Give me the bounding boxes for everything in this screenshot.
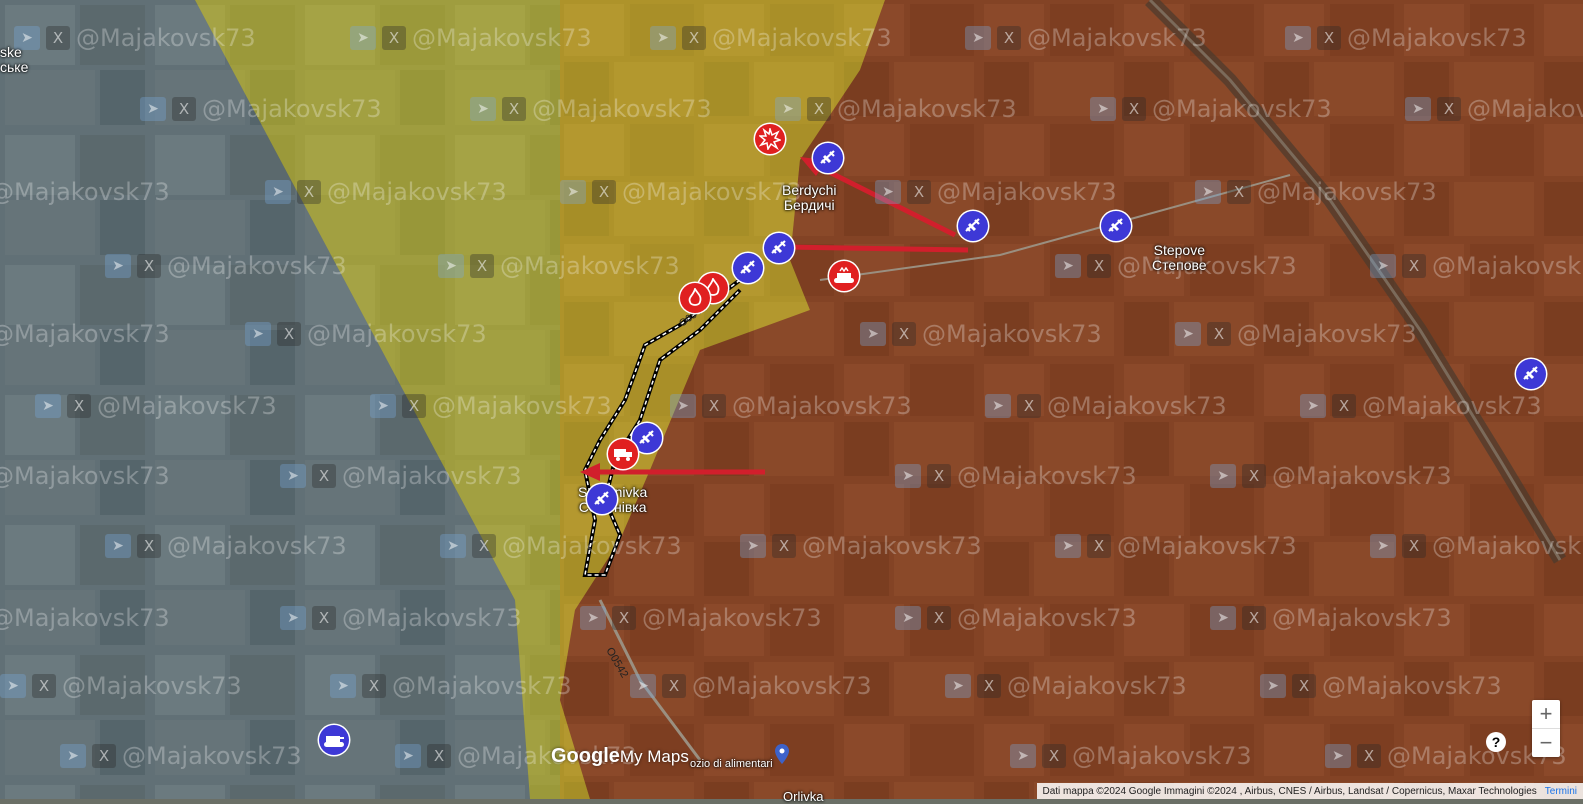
aviation-marker[interactable] — [1101, 211, 1131, 241]
watermark: ➤X@Majakovsk73 — [245, 320, 487, 348]
watermark: ➤X@Majakovsk73 — [860, 320, 1102, 348]
watermark: ➤X@Majakovsk73 — [370, 392, 612, 420]
watermark: ➤X@Majakovsk73 — [60, 742, 302, 770]
watermark: ➤X@Majakovsk73 — [985, 392, 1227, 420]
watermark: ➤X@Majakovsk73 — [1405, 95, 1583, 123]
watermark: ➤X@Majakovsk73 — [140, 95, 382, 123]
watermark: ➤X@Majakovsk73 — [775, 95, 1017, 123]
watermark: @Majakovsk73 — [0, 604, 170, 632]
jet-icon — [818, 148, 838, 168]
help-button[interactable]: ? — [1486, 732, 1506, 752]
watermark: ➤X@Majakovsk73 — [650, 24, 892, 52]
watermark: ➤X@Majakovsk73 — [265, 178, 507, 206]
watermark: ➤X@Majakovsk73 — [740, 532, 982, 560]
aviation-marker[interactable] — [1516, 359, 1546, 389]
google-mymaps-logo: GoogleMy Maps — [551, 745, 689, 768]
watermark: ➤X@Majakovsk73 — [470, 95, 712, 123]
jet-icon — [769, 238, 789, 258]
watermark: ➤X@Majakovsk73 — [895, 462, 1137, 490]
watermark: ➤X@Majakovsk73 — [670, 392, 912, 420]
watermark: ➤X@Majakovsk73 — [350, 24, 592, 52]
watermark: ➤X@Majakovsk73 — [1055, 532, 1297, 560]
vehicle-marker[interactable] — [608, 439, 638, 469]
watermark: ➤X@Majakovsk73 — [35, 392, 277, 420]
watermark: ➤X@Majakovsk73 — [0, 672, 242, 700]
truck-icon — [612, 446, 634, 462]
poi-pin-icon[interactable] — [775, 744, 789, 764]
jet-icon — [963, 216, 983, 236]
map-attribution: Dati mappa ©2024 Google Immagini ©2024 ,… — [1037, 783, 1583, 799]
explosion-icon — [759, 128, 781, 150]
watermark: ➤X@Majakovsk73 — [1285, 24, 1527, 52]
jet-icon — [738, 258, 758, 278]
tank-icon — [833, 267, 855, 285]
place-label-orlivka[interactable]: Orlivka — [783, 789, 823, 804]
tank-icon — [323, 731, 345, 749]
watermark: ➤X@Majakovsk73 — [1175, 320, 1417, 348]
armor-marker[interactable] — [319, 725, 349, 755]
aviation-marker[interactable] — [764, 233, 794, 263]
attribution-text: Dati mappa ©2024 Google Immagini ©2024 ,… — [1043, 786, 1537, 797]
place-label-stepove[interactable]: StepoveСтепове — [1152, 243, 1207, 273]
jet-icon — [1521, 364, 1541, 384]
watermark: ➤X@Majakovsk73 — [875, 178, 1117, 206]
terms-link[interactable]: Termini — [1545, 786, 1577, 797]
watermark: ➤X@Majakovsk73 — [1210, 604, 1452, 632]
watermark: ➤X@Majakovsk73 — [1195, 178, 1437, 206]
place-label-top-left: skeське — [0, 45, 28, 75]
aviation-marker[interactable] — [587, 484, 617, 514]
zoom-in-button[interactable]: + — [1532, 700, 1560, 729]
watermark: ➤X@Majakovsk73 — [105, 532, 347, 560]
watermark: ➤X@Majakovsk73 — [965, 24, 1207, 52]
watermark: @Majakovsk73 — [0, 320, 170, 348]
poi-label-store[interactable]: ozio di alimentari — [690, 757, 773, 772]
watermark: ➤X@Majakovsk73 — [945, 672, 1187, 700]
jet-icon — [592, 489, 612, 509]
jet-icon — [637, 428, 657, 448]
watermark: ➤X@Majakovsk73 — [438, 252, 680, 280]
watermark: ➤X@Majakovsk73 — [330, 672, 572, 700]
watermark: ➤X@Majakovsk73 — [895, 604, 1137, 632]
watermark: ➤X@Majakovsk73 — [440, 532, 682, 560]
watermark: ➤X@Majakovsk73 — [1300, 392, 1542, 420]
aviation-marker[interactable] — [733, 253, 763, 283]
watermark: ➤X@Majakovsk73 — [1260, 672, 1502, 700]
jet-icon — [1106, 216, 1126, 236]
watermark: ➤X@Majakovsk73 — [580, 604, 822, 632]
watermark: ➤X@Majakovsk73 — [280, 604, 522, 632]
aviation-marker[interactable] — [958, 211, 988, 241]
zoom-control: + − — [1532, 700, 1560, 757]
watermark: ➤X@Majakovsk73 — [1370, 252, 1583, 280]
watermark: ➤X@Majakovsk73 — [1210, 462, 1452, 490]
watermark: ➤X@Majakovsk73 — [1090, 95, 1332, 123]
watermark: @Majakovsk73 — [0, 462, 170, 490]
watermark: ➤X@Majakovsk73 — [280, 462, 522, 490]
place-label-berdychi[interactable]: BerdychiБердичі — [782, 183, 836, 213]
watermark: ➤X@Majakovsk73 — [105, 252, 347, 280]
watermark: ➤X@Majakovsk73 — [14, 24, 256, 52]
aviation-marker[interactable] — [813, 143, 843, 173]
watermark: @Majakovsk73 — [0, 178, 170, 206]
armor-destroyed-marker[interactable] — [829, 261, 859, 291]
fire-icon — [686, 288, 704, 308]
zoom-out-button[interactable]: − — [1532, 729, 1560, 757]
fire-marker[interactable] — [680, 283, 710, 313]
explosion-marker[interactable] — [755, 124, 785, 154]
watermark: ➤X@Majakovsk73 — [630, 672, 872, 700]
watermark: ➤X@Majakovsk73 — [1010, 742, 1252, 770]
watermark: ➤X@Majakovsk73 — [560, 178, 802, 206]
watermark: ➤X@Majakovsk73 — [1370, 532, 1583, 560]
watermark: ➤X@Majakovsk73 — [1325, 742, 1567, 770]
